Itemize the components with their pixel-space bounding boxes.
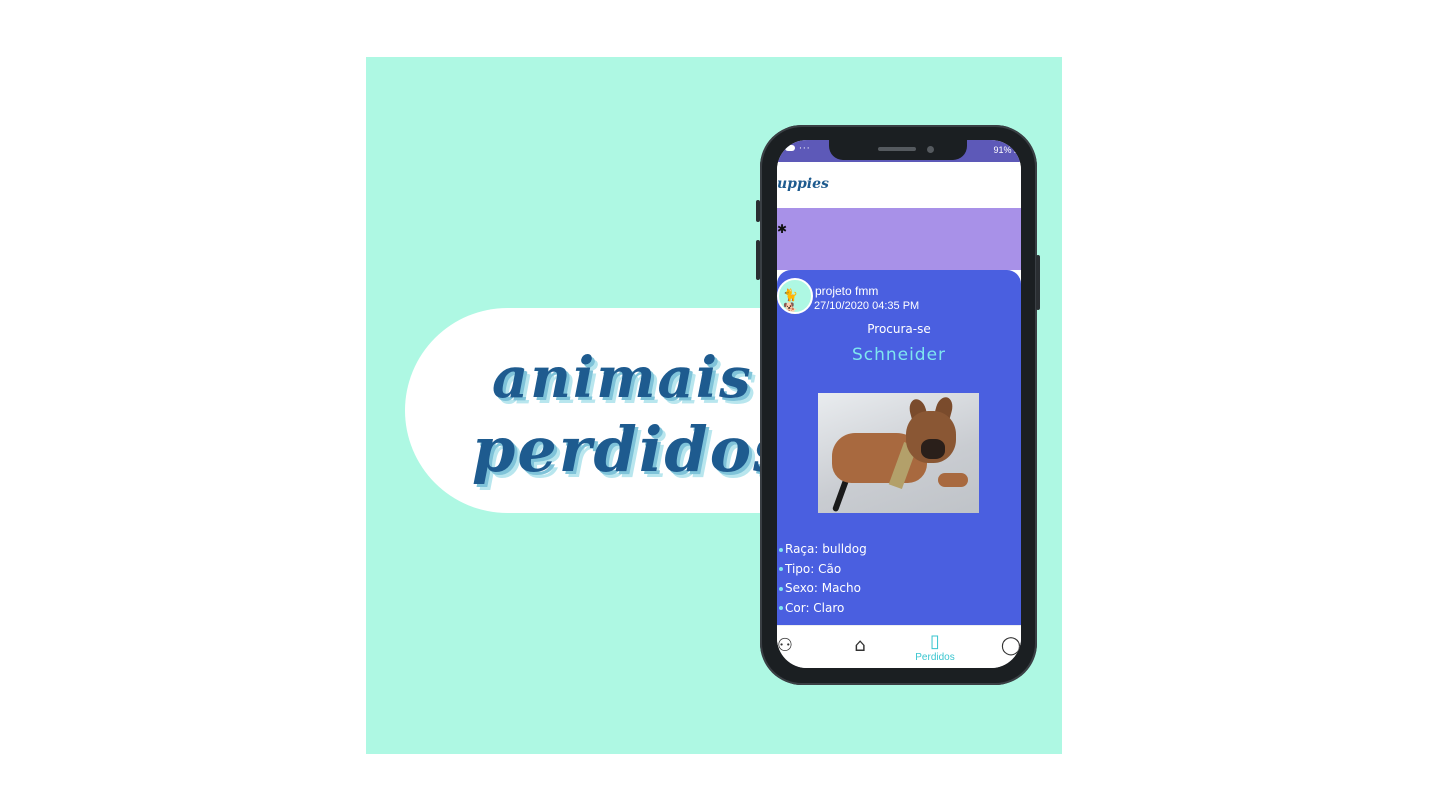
lost-poster-icon: ▯ — [930, 631, 940, 652]
app-bar: uppies — [777, 162, 1021, 208]
header-band: ✱ — [777, 208, 1021, 270]
pet-photo[interactable] — [818, 393, 979, 513]
detail-row: Cor: Claro — [779, 599, 867, 619]
battery-status: 91% 2 — [993, 145, 1019, 155]
detail-row: Tipo: Cão — [779, 560, 867, 580]
bullet-icon — [779, 567, 783, 571]
detail-type: Tipo: Cão — [785, 561, 842, 576]
nav-lost[interactable]: ▯ Perdidos — [907, 630, 963, 668]
pet-details: Raça: bulldog Tipo: Cão Sexo: Macho Cor:… — [779, 540, 867, 618]
headline-line-1: animais — [492, 345, 753, 411]
chat-icon: ◯ — [1000, 635, 1021, 656]
phone-power-button — [1036, 255, 1040, 310]
headline-line-2: perdidos — [472, 413, 790, 486]
avatar[interactable]: 🐈🐕 — [777, 278, 813, 314]
post-status: Procura-se — [867, 322, 931, 336]
nav-adopt[interactable]: ⌂ — [845, 634, 875, 668]
detail-row: Raça: bulldog — [779, 540, 867, 560]
post-timestamp: 27/10/2020 04:35 PM — [814, 300, 920, 312]
detail-row: Sexo: Macho — [779, 579, 867, 599]
person-icon: ⚇ — [777, 635, 794, 656]
bullet-icon — [779, 606, 783, 610]
paw-icon[interactable]: ✱ — [777, 222, 787, 236]
app-logo: uppies — [777, 176, 829, 192]
bottom-navigation: ⚇ ⌂ ▯ Perdidos ◯ — [777, 625, 1021, 668]
phone-speaker — [878, 147, 916, 151]
cloud-icon — [785, 145, 795, 151]
bullet-icon — [779, 547, 783, 552]
detail-breed: Raça: bulldog — [785, 542, 867, 556]
lost-pet-card: 🐈🐕 projeto fmm 27/10/2020 04:35 PM Procu… — [777, 270, 1021, 625]
pets-logo-icon: 🐈🐕 — [783, 288, 798, 314]
pet-name: Schneider — [851, 345, 947, 365]
notification-dots: ··· — [799, 144, 811, 154]
post-author[interactable]: projeto fmm — [815, 284, 878, 298]
adopt-house-icon: ⌂ — [854, 635, 866, 656]
detail-sex: Sexo: Macho — [785, 581, 861, 595]
nav-profile[interactable]: ⚇ — [777, 634, 795, 668]
phone-camera — [927, 146, 934, 153]
detail-color: Cor: Claro — [785, 600, 845, 615]
nav-lost-label: Perdidos — [915, 652, 955, 663]
phone-side-button — [756, 200, 760, 222]
headline: animais perdidos — [468, 345, 788, 515]
phone-side-button — [756, 240, 760, 280]
nav-chat[interactable]: ◯ — [999, 634, 1021, 668]
bullet-icon — [779, 586, 783, 591]
phone-screen: ··· 91% 2 uppies ✱ 🐈🐕 projeto fmm 27/10/… — [777, 140, 1021, 668]
